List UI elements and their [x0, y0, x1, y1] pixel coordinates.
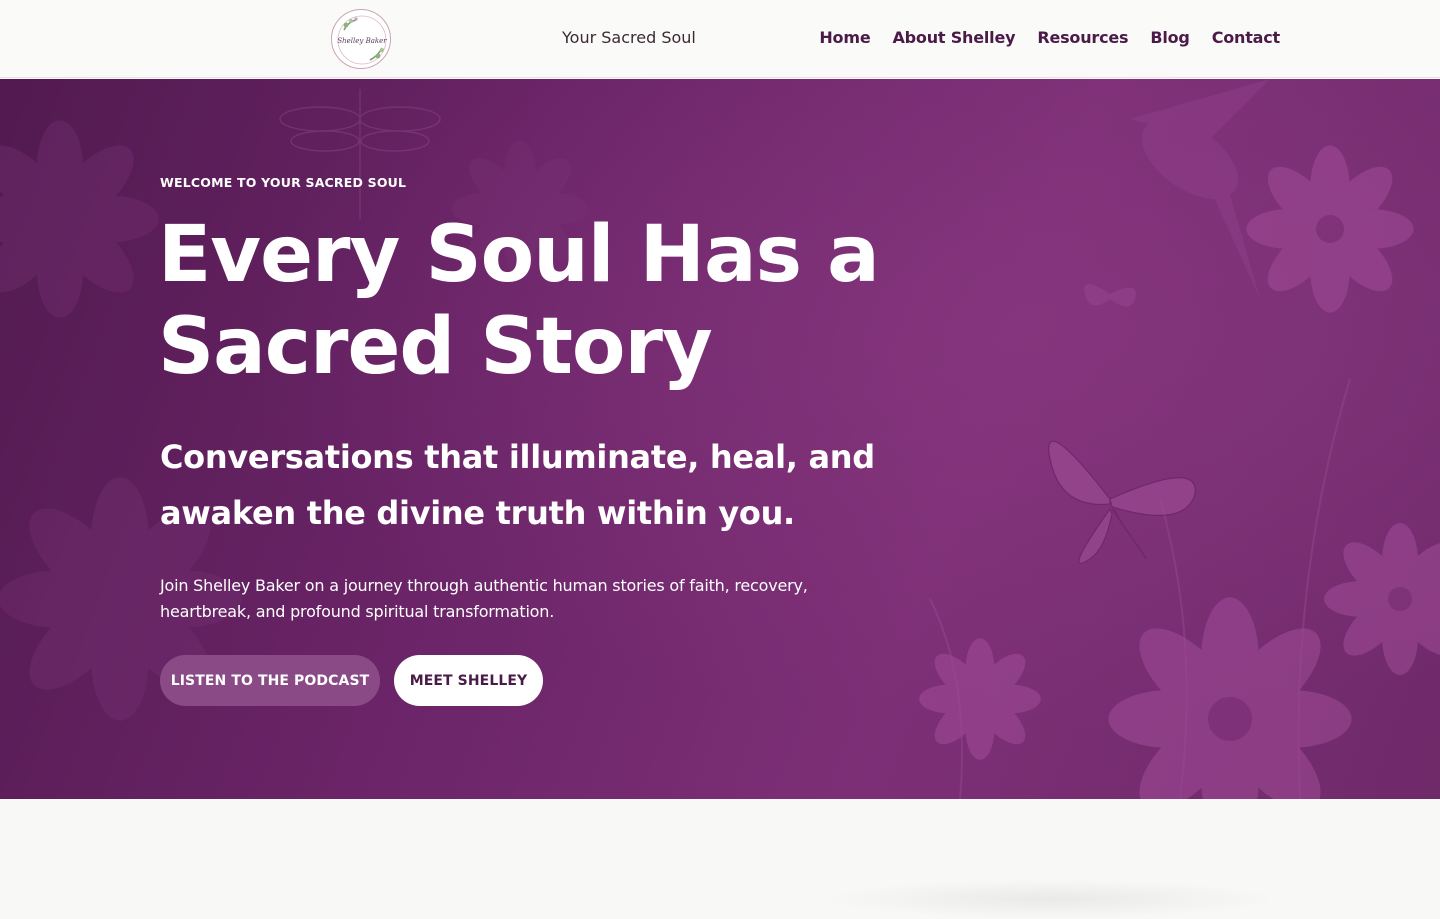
site-header: Shelley Baker Your Sacred Soul Home Abou…	[0, 0, 1440, 78]
nav-link-resources[interactable]: Resources	[1037, 28, 1128, 47]
hero-section: WELCOME TO YOUR SACRED SOUL Every Soul H…	[0, 79, 1440, 799]
nav-link-about[interactable]: About Shelley	[892, 28, 1015, 47]
meet-shelley-button[interactable]: MEET SHELLEY	[394, 655, 543, 706]
main-nav: Home About Shelley Resources Blog Contac…	[819, 28, 1280, 47]
card-shadow	[820, 879, 1280, 919]
logo-text: Shelley Baker	[337, 37, 387, 45]
logo-wreath-icon: Shelley Baker	[337, 15, 387, 65]
hero-description: Join Shelley Baker on a journey through …	[160, 576, 808, 621]
hero-subheadline: Conversations that illuminate, heal, and…	[160, 438, 875, 532]
nav-link-blog[interactable]: Blog	[1150, 28, 1190, 47]
hero-headline: Every Soul Has a Sacred Story	[158, 210, 880, 392]
nav-link-contact[interactable]: Contact	[1212, 28, 1281, 47]
hero-eyebrow: WELCOME TO YOUR SACRED SOUL	[160, 175, 407, 190]
site-logo[interactable]: Shelley Baker	[331, 9, 391, 69]
next-section	[0, 799, 1440, 919]
listen-podcast-button[interactable]: LISTEN TO THE PODCAST	[160, 655, 380, 706]
site-title[interactable]: Your Sacred Soul	[562, 28, 696, 47]
nav-link-home[interactable]: Home	[819, 28, 870, 47]
